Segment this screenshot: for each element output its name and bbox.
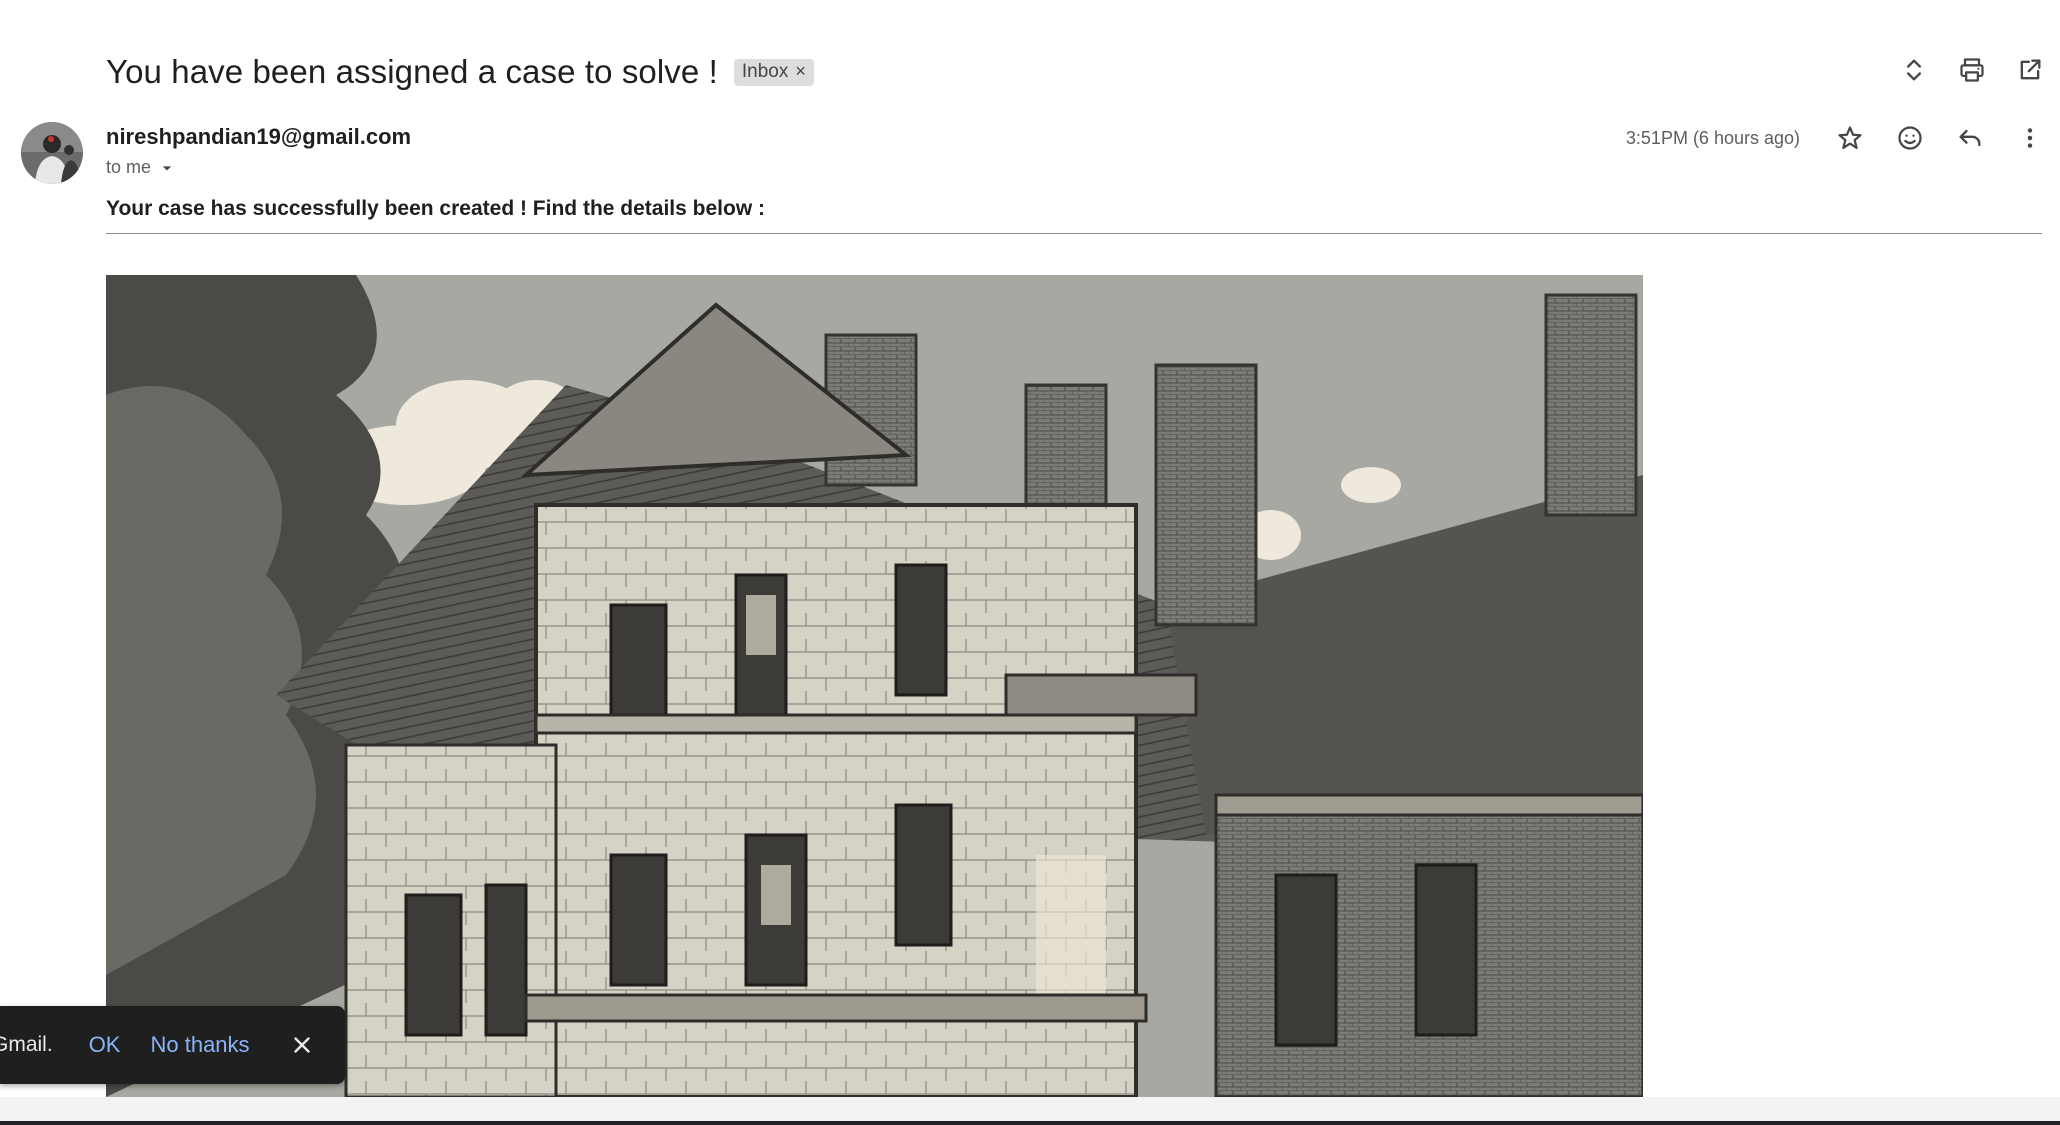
- star-icon[interactable]: [1832, 120, 1868, 156]
- close-icon[interactable]: [288, 1031, 316, 1059]
- snackbar-message: Gmail.: [0, 1033, 53, 1056]
- inbox-label-chip[interactable]: Inbox ×: [733, 58, 814, 86]
- recipient-text: to me: [106, 157, 152, 177]
- sender-avatar[interactable]: [21, 122, 83, 184]
- email-subject: You have been assigned a case to solve !: [106, 53, 718, 90]
- more-vert-icon[interactable]: [2012, 120, 2048, 156]
- body-divider: [106, 233, 2042, 234]
- emoji-reaction-icon[interactable]: [1892, 120, 1928, 156]
- bottom-scroll-edge: [0, 1121, 2060, 1125]
- subject-row: You have been assigned a case to solve !…: [106, 50, 814, 94]
- notification-snackbar: Gmail. OK No thanks: [0, 1006, 345, 1084]
- recipient-summary[interactable]: to me: [106, 157, 177, 178]
- thread-actions: [1896, 52, 2048, 88]
- sender-email: nireshpandian19@gmail.com: [106, 124, 412, 149]
- chevron-down-icon[interactable]: [157, 158, 177, 178]
- message-meta: 3:51PM (6 hours ago): [1626, 120, 2048, 156]
- remove-label-button[interactable]: ×: [795, 61, 806, 82]
- reply-icon[interactable]: [1952, 120, 1988, 156]
- label-chip-text: Inbox: [741, 60, 789, 82]
- snackbar-ok-button[interactable]: OK: [89, 1032, 121, 1058]
- print-icon[interactable]: [1954, 52, 1990, 88]
- case-illustration-image: [106, 275, 1643, 1097]
- expand-collapse-icon[interactable]: [1896, 52, 1932, 88]
- page-bottom-strip: [0, 1097, 2060, 1121]
- email-body-text: Your case has successfully been created …: [106, 197, 765, 220]
- snackbar-no-thanks-button[interactable]: No thanks: [150, 1032, 249, 1058]
- message-timestamp: 3:51PM (6 hours ago): [1625, 127, 1800, 148]
- open-in-new-window-icon[interactable]: [2012, 52, 2048, 88]
